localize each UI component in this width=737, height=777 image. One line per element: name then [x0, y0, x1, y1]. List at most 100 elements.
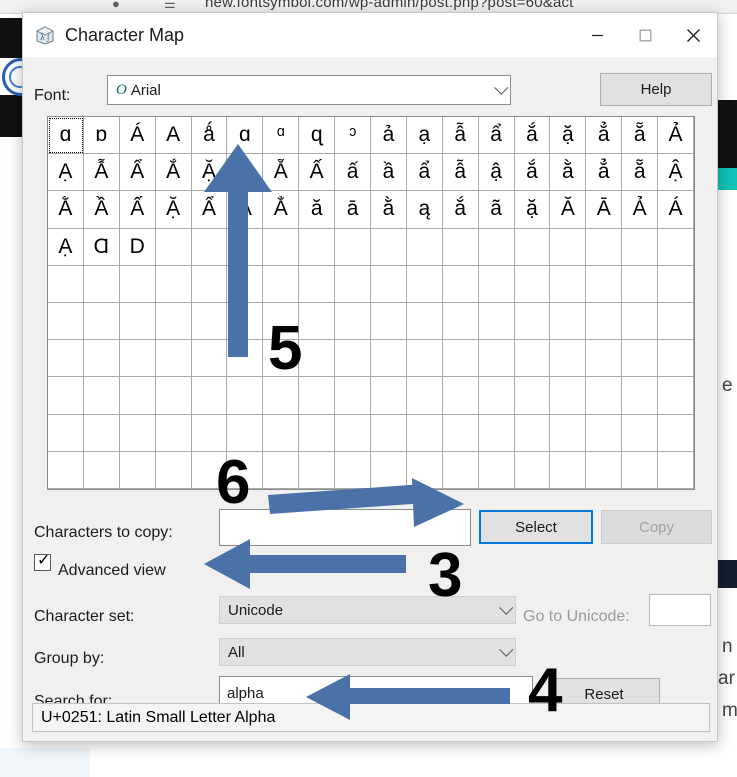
character-cell[interactable] — [48, 303, 84, 341]
character-cell[interactable]: Ạ — [48, 154, 84, 192]
character-cell[interactable] — [227, 340, 264, 378]
character-cell[interactable] — [48, 414, 84, 452]
character-cell[interactable] — [371, 228, 407, 266]
character-cell[interactable] — [622, 228, 659, 266]
browser-reload-icon[interactable]: ● — [112, 0, 120, 11]
browser-page-info-icon[interactable]: ☰ — [164, 0, 176, 12]
character-cell[interactable] — [119, 303, 156, 341]
character-cell[interactable]: ắ — [514, 154, 551, 192]
character-cell[interactable]: Ặ — [155, 191, 192, 229]
character-cell[interactable] — [371, 265, 407, 303]
character-cell[interactable]: Ẳ — [227, 154, 264, 192]
character-cell[interactable]: Ẵ — [227, 191, 264, 229]
character-cell[interactable]: D — [119, 228, 156, 266]
select-button[interactable]: Select — [479, 510, 593, 544]
character-cell[interactable]: ɑ — [48, 117, 84, 155]
character-cell[interactable]: Ấ — [119, 191, 156, 229]
character-cell[interactable] — [119, 265, 156, 303]
maximize-button[interactable] — [621, 13, 669, 57]
character-cell[interactable]: ᵅ — [263, 117, 300, 155]
character-cell[interactable] — [514, 303, 551, 341]
character-cell[interactable] — [478, 303, 515, 341]
character-cell[interactable] — [155, 228, 192, 266]
character-cell[interactable] — [514, 451, 551, 489]
character-cell[interactable] — [550, 451, 587, 489]
character-cell[interactable]: ậ — [478, 154, 515, 192]
character-cell[interactable] — [442, 228, 479, 266]
character-cell[interactable] — [550, 340, 587, 378]
character-cell[interactable] — [335, 377, 371, 415]
character-cell[interactable] — [155, 265, 192, 303]
character-cell[interactable]: ẵ — [622, 117, 659, 155]
character-cell[interactable] — [406, 303, 443, 341]
character-cell[interactable] — [658, 340, 694, 378]
character-cell[interactable] — [478, 451, 515, 489]
character-cell[interactable]: Ẫ — [83, 154, 120, 192]
character-cell[interactable] — [514, 265, 551, 303]
character-cell[interactable] — [658, 228, 694, 266]
character-cell[interactable] — [658, 451, 694, 489]
character-cell[interactable]: ặ — [514, 191, 551, 229]
character-cell[interactable]: Ẩ — [119, 154, 156, 192]
character-cell[interactable] — [119, 451, 156, 489]
character-cell[interactable] — [83, 414, 120, 452]
character-cell[interactable] — [83, 340, 120, 378]
character-cell[interactable] — [263, 414, 300, 452]
character-cell[interactable]: Ặ — [191, 154, 228, 192]
character-cell[interactable] — [514, 377, 551, 415]
group-by-combobox[interactable]: All — [219, 638, 516, 666]
character-cell[interactable]: ɋ — [299, 117, 336, 155]
character-cell[interactable] — [406, 451, 443, 489]
character-cell[interactable] — [155, 377, 192, 415]
character-cell[interactable]: Ẵ — [263, 154, 300, 192]
character-cell[interactable]: Ă — [550, 191, 587, 229]
character-cell[interactable] — [227, 377, 264, 415]
character-cell[interactable]: ǻ — [191, 117, 228, 155]
character-cell[interactable] — [83, 377, 120, 415]
character-cell[interactable]: ắ — [442, 191, 479, 229]
character-cell[interactable] — [227, 228, 264, 266]
character-cell[interactable] — [406, 414, 443, 452]
character-cell[interactable] — [371, 303, 407, 341]
font-combobox[interactable]: O Arial — [107, 75, 511, 105]
character-cell[interactable]: ã — [478, 191, 515, 229]
character-cell[interactable] — [48, 340, 84, 378]
character-cell[interactable] — [586, 451, 623, 489]
character-cell[interactable] — [335, 340, 371, 378]
character-cell[interactable] — [658, 377, 694, 415]
character-cell[interactable] — [191, 414, 228, 452]
character-cell[interactable] — [478, 265, 515, 303]
character-cell[interactable] — [335, 451, 371, 489]
character-cell[interactable] — [335, 414, 371, 452]
character-cell[interactable]: ā — [335, 191, 371, 229]
chevron-down-icon[interactable] — [494, 80, 509, 95]
minimize-button[interactable] — [573, 13, 621, 57]
character-cell[interactable]: ẩ — [478, 117, 515, 155]
character-cell[interactable] — [371, 414, 407, 452]
character-cell[interactable]: ą — [406, 191, 443, 229]
character-cell[interactable] — [48, 377, 84, 415]
character-cell[interactable]: Ā — [586, 191, 623, 229]
character-cell[interactable]: Á — [658, 191, 694, 229]
character-cell[interactable] — [550, 303, 587, 341]
character-cell[interactable] — [371, 340, 407, 378]
character-cell[interactable] — [478, 228, 515, 266]
chevron-down-icon[interactable] — [499, 600, 514, 615]
character-cell[interactable] — [622, 414, 659, 452]
character-cell[interactable] — [371, 377, 407, 415]
character-cell[interactable] — [622, 340, 659, 378]
character-cell[interactable]: Ả — [622, 191, 659, 229]
character-cell[interactable] — [263, 451, 300, 489]
character-cell[interactable]: Ắ — [155, 154, 192, 192]
character-cell[interactable]: Ậ — [658, 154, 694, 192]
character-cell[interactable] — [586, 340, 623, 378]
character-grid[interactable]: ɑɒÁAǻɑᵅɋᵓảạẫẩắặẳẵẢẠẪẨẮẶẲẴẤấầẩẫậắằẳẵẬẰẦẤẶ… — [47, 116, 695, 490]
character-cell[interactable]: ắ — [514, 117, 551, 155]
character-cell[interactable] — [622, 451, 659, 489]
character-cell[interactable]: ᵓ — [335, 117, 371, 155]
character-cell[interactable]: Ả — [658, 117, 694, 155]
character-cell[interactable] — [442, 303, 479, 341]
character-cell[interactable]: Ấ — [299, 154, 336, 192]
character-cell[interactable] — [550, 265, 587, 303]
character-cell[interactable] — [622, 303, 659, 341]
